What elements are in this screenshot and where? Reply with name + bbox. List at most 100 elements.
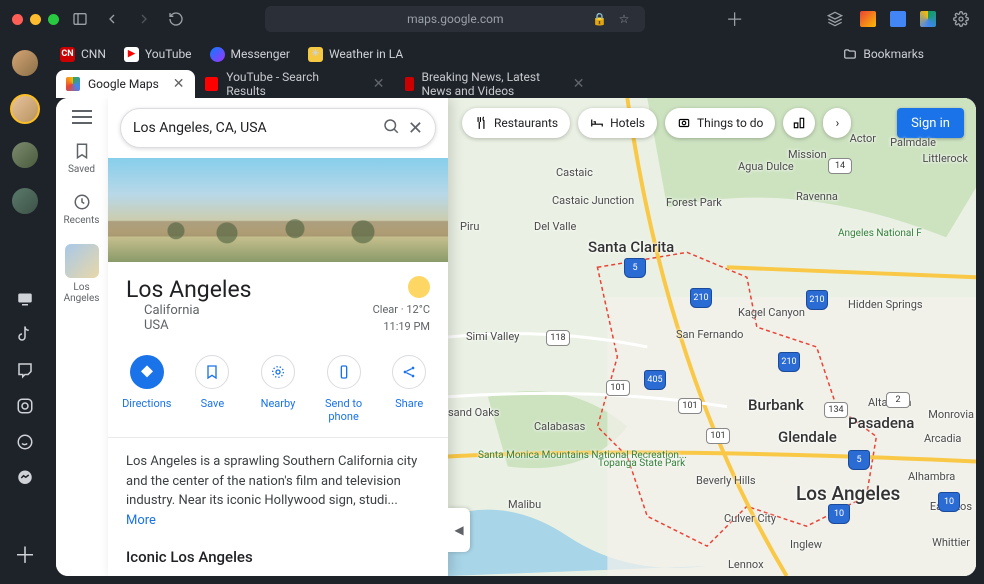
collapse-panel-icon[interactable]: ◀ [448,508,470,552]
interstate-shield: 5 [848,450,870,470]
tab-cnn[interactable]: Breaking News, Latest News and Videos ✕ [395,70,595,98]
map-label: Malibu [508,498,541,511]
lock-icon[interactable]: 🔒 [592,12,607,26]
interstate-shield: 210 [806,290,828,310]
route-shield: 134 [824,402,848,418]
saved-button[interactable]: Saved [68,142,95,175]
clear-search-icon[interactable]: ✕ [408,118,423,139]
interstate-shield: 210 [778,352,800,372]
url-bar[interactable]: maps.google.com 🔒 ☆ [265,6,645,32]
recents-button[interactable]: Recents [64,193,100,226]
map-label: Littlerock [922,152,968,165]
forward-icon[interactable] [133,8,155,30]
map-label: Calabasas [534,420,585,433]
close-tab-icon[interactable]: ✕ [173,76,185,92]
profile-avatar-4[interactable] [10,186,40,216]
search-box[interactable]: ✕ [120,108,436,148]
map-label: Los Angeles [796,482,900,505]
more-link[interactable]: More [126,513,156,528]
bookmarks-folder[interactable]: Bookmarks [843,47,924,61]
directions-button[interactable]: Directions [118,355,176,423]
profile-avatar-2[interactable] [10,94,40,124]
window-zoom[interactable] [48,14,59,25]
whatsapp-icon[interactable] [15,432,35,452]
add-app-icon[interactable]: ＋ [14,538,36,570]
drive-icon[interactable] [920,11,936,27]
route-shield: 14 [828,158,852,174]
map-label: Angeles National F [838,228,928,239]
map-label: Culver City [724,512,776,525]
tiktok-icon[interactable] [15,324,35,344]
save-button[interactable]: Save [183,355,241,423]
url-text: maps.google.com [407,12,503,26]
interstate-shield: 10 [938,492,960,512]
interstate-shield: 5 [624,258,646,278]
map-label: Alhambra [908,470,955,483]
map-label: Santa Monica Mountains National Recreati… [478,450,598,461]
calendar-icon[interactable] [890,11,906,27]
map-label: Pasadena [848,414,914,432]
place-country: USA [126,318,252,333]
scroll-pills-icon[interactable]: › [823,108,851,138]
things-to-do-pill[interactable]: Things to do [665,108,775,138]
window-close[interactable] [12,14,23,25]
map-label: Agua Dulce [738,160,794,173]
settings-icon[interactable] [950,8,972,30]
iconic-heading: Iconic Los Angeles [108,544,448,576]
reload-icon[interactable] [165,8,187,30]
map-canvas[interactable]: ◀ Restaurants Hotels Things to do › Sign… [448,98,976,576]
close-tab-icon[interactable]: ✕ [573,76,585,92]
place-hero-image [108,158,448,262]
instagram-icon[interactable] [15,396,35,416]
more-category-pill[interactable] [783,108,815,138]
sign-in-button[interactable]: Sign in [897,108,964,138]
menu-icon[interactable] [72,110,92,124]
window-minimize[interactable] [30,14,41,25]
bookmark-cnn[interactable]: CNCNN [60,47,106,62]
gmail-icon[interactable] [860,11,876,27]
restaurants-pill[interactable]: Restaurants [462,108,570,138]
map-label: Hidden Springs [848,298,923,311]
search-icon[interactable] [382,117,400,140]
bookmark-messenger[interactable]: Messenger [210,47,290,62]
share-button[interactable]: Share [380,355,438,423]
place-time: 11:19 PM [373,319,430,336]
nearby-button[interactable]: Nearby [249,355,307,423]
close-tab-icon[interactable]: ✕ [373,76,385,92]
interstate-shield: 10 [828,504,850,524]
route-shield: 101 [678,398,702,414]
map-label: Burbank [748,396,804,414]
search-input[interactable] [133,120,374,136]
map-label: Del Valle [534,220,576,233]
map-label: Santa Clarita [588,238,674,256]
place-title: Los Angeles [126,276,252,303]
favicon-youtube-icon [205,77,219,91]
sidebar-toggle-icon[interactable] [69,8,91,30]
place-state: California [126,303,252,318]
star-icon[interactable]: ☆ [619,12,630,26]
profile-avatar-3[interactable] [10,140,40,170]
new-tab-icon[interactable]: ＋ [724,8,746,30]
map-label: San Fernando [676,328,743,341]
recent-place-thumb[interactable]: Los Angeles [60,244,104,304]
map-label: Whittier [932,536,970,549]
bookmark-weather[interactable]: ☀Weather in LA [308,47,403,62]
send-to-phone-button[interactable]: Send to phone [315,355,373,423]
map-label: Castaic Junction [552,194,634,207]
messenger-icon[interactable] [15,468,35,488]
layers-icon[interactable] [824,8,846,30]
route-shield: 101 [706,428,730,444]
twitch-icon[interactable] [15,360,35,380]
tab-youtube[interactable]: YouTube - Search Results ✕ [195,70,395,98]
map-label: Palmdale [890,136,936,149]
route-shield: 101 [606,380,630,396]
tv-app-icon[interactable] [15,288,35,308]
back-icon[interactable] [101,8,123,30]
place-thumb-icon [65,244,99,278]
map-label: Simi Valley [466,330,519,343]
map-label: Ravenna [796,190,838,203]
hotels-pill[interactable]: Hotels [578,108,657,138]
profile-avatar-1[interactable] [10,48,40,78]
bookmark-youtube[interactable]: ▶YouTube [124,47,192,62]
tab-google-maps[interactable]: Google Maps ✕ [56,70,195,98]
